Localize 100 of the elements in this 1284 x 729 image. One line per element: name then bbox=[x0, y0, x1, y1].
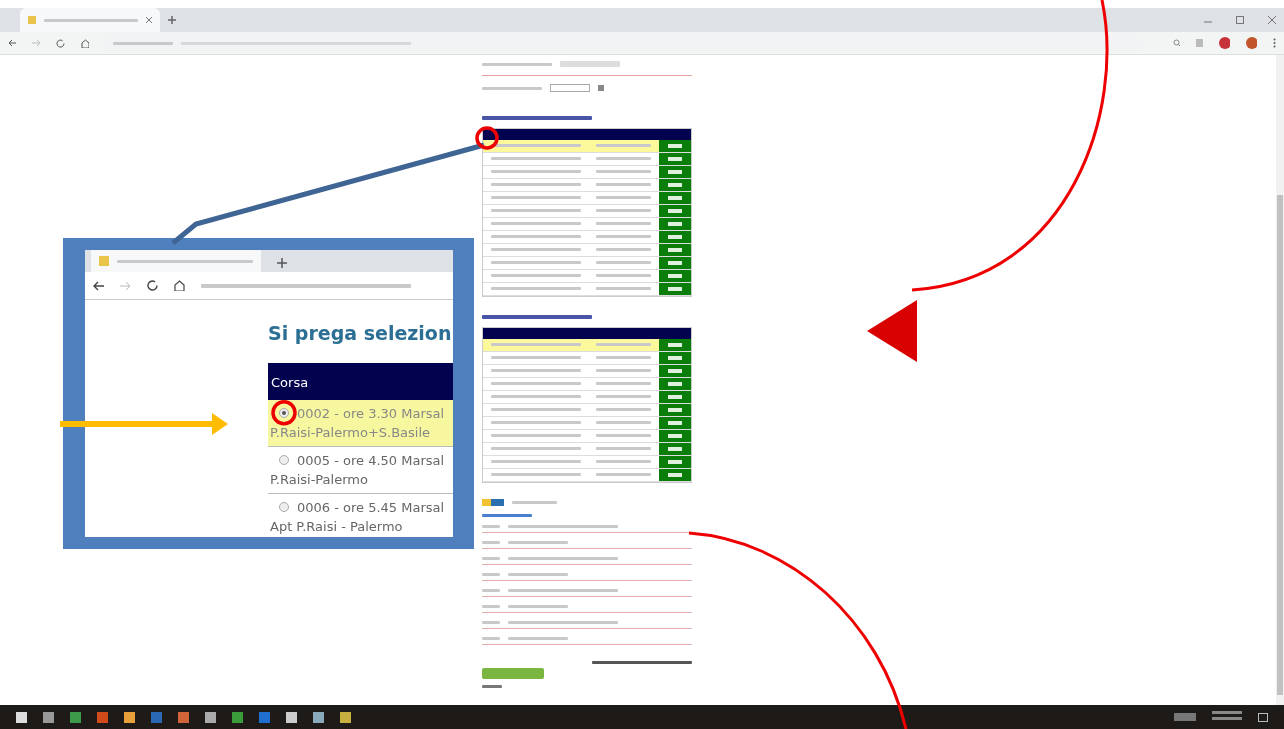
table-row[interactable] bbox=[483, 205, 691, 218]
blurred-text bbox=[596, 343, 651, 346]
blurred-text bbox=[482, 573, 500, 576]
table-row[interactable] bbox=[483, 257, 691, 270]
table-row[interactable] bbox=[483, 244, 691, 257]
notification-icon[interactable] bbox=[1258, 712, 1268, 722]
route-option[interactable]: 0005 - ore 4.50 Marsal P.Raisi-Palermo bbox=[268, 446, 453, 494]
app-icon[interactable] bbox=[340, 711, 351, 723]
home-icon[interactable] bbox=[80, 38, 89, 48]
task-view-icon[interactable] bbox=[43, 711, 54, 723]
table-row[interactable] bbox=[483, 339, 691, 352]
blurred-text bbox=[596, 248, 651, 251]
highlight-circle bbox=[271, 400, 297, 426]
blurred-text bbox=[596, 382, 651, 385]
blurred-text bbox=[596, 222, 651, 225]
blurred-text bbox=[596, 183, 651, 186]
home-icon bbox=[174, 280, 185, 291]
back-arrow-icon bbox=[93, 280, 104, 291]
table-row[interactable] bbox=[483, 192, 691, 205]
blurred-text bbox=[482, 541, 500, 544]
app-icon[interactable] bbox=[313, 711, 324, 723]
table-row[interactable] bbox=[483, 430, 691, 443]
company-logo bbox=[482, 499, 504, 506]
blurred-text bbox=[596, 170, 651, 173]
reload-icon[interactable] bbox=[56, 38, 65, 48]
table-row[interactable] bbox=[483, 283, 691, 296]
blurred-text bbox=[596, 421, 651, 424]
app-icon[interactable] bbox=[124, 711, 135, 723]
table-row[interactable] bbox=[483, 378, 691, 391]
app-icon[interactable] bbox=[205, 711, 216, 723]
table-row[interactable] bbox=[483, 231, 691, 244]
table-row[interactable] bbox=[483, 404, 691, 417]
scrollbar[interactable] bbox=[1276, 55, 1284, 705]
app-icon[interactable] bbox=[286, 711, 297, 723]
table-row[interactable] bbox=[483, 391, 691, 404]
blurred-text bbox=[482, 514, 532, 517]
highlight-circle bbox=[475, 126, 499, 150]
table-row[interactable] bbox=[483, 417, 691, 430]
blurred-text bbox=[482, 685, 502, 688]
blurred-text bbox=[508, 573, 568, 576]
new-tab-icon[interactable] bbox=[168, 16, 176, 24]
triangle-pointer bbox=[867, 300, 917, 362]
blurred-text bbox=[596, 473, 651, 476]
profile-avatar-icon[interactable] bbox=[1246, 37, 1258, 49]
page-heading: Si prega selezion bbox=[268, 322, 453, 345]
table-row[interactable] bbox=[483, 140, 691, 153]
reload-icon bbox=[147, 280, 158, 291]
close-icon[interactable] bbox=[1268, 16, 1276, 24]
blurred-text bbox=[596, 460, 651, 463]
forward-arrow-icon bbox=[120, 280, 131, 291]
table-row[interactable] bbox=[483, 456, 691, 469]
blurred-text bbox=[596, 369, 651, 372]
extension-icon[interactable] bbox=[1219, 37, 1231, 49]
browser-icon[interactable] bbox=[232, 711, 243, 723]
app-icon[interactable] bbox=[178, 711, 189, 723]
app-icon[interactable] bbox=[70, 711, 81, 723]
table-row[interactable] bbox=[483, 270, 691, 283]
table-row[interactable] bbox=[483, 365, 691, 378]
table-header: Corsa bbox=[268, 362, 453, 400]
blurred-text bbox=[596, 157, 651, 160]
route-option[interactable]: 0006 - ore 5.45 Marsal Apt P.Raisi - Palermo bbox=[268, 493, 453, 537]
table-row[interactable] bbox=[483, 469, 691, 482]
blurred-text bbox=[482, 589, 500, 592]
blurred-text bbox=[512, 501, 557, 504]
maximize-icon[interactable] bbox=[1236, 16, 1244, 24]
blurred-text bbox=[596, 447, 651, 450]
table-row[interactable] bbox=[483, 352, 691, 365]
table-row[interactable] bbox=[483, 218, 691, 231]
menu-icon[interactable] bbox=[1273, 38, 1276, 48]
blurred-text bbox=[596, 196, 651, 199]
start-icon[interactable] bbox=[16, 711, 27, 723]
page-favicon-icon bbox=[99, 256, 109, 266]
blurred-text bbox=[482, 637, 500, 640]
blurred-text bbox=[596, 356, 651, 359]
route-option[interactable]: 0002 - ore 3.30 Marsal P.Raisi-Palermo+S.Basile bbox=[268, 399, 453, 447]
table-row[interactable] bbox=[483, 443, 691, 456]
new-tab-icon bbox=[277, 258, 287, 268]
back-arrow-icon[interactable] bbox=[8, 39, 17, 47]
blurred-text bbox=[596, 144, 651, 147]
blurred-text bbox=[482, 557, 500, 560]
table-row[interactable] bbox=[483, 166, 691, 179]
blurred-text bbox=[508, 541, 568, 544]
blurred-text bbox=[482, 525, 500, 528]
blurred-text bbox=[596, 209, 651, 212]
blurred-text bbox=[508, 637, 568, 640]
select-field[interactable] bbox=[560, 61, 620, 67]
close-icon[interactable] bbox=[146, 17, 152, 23]
blurred-text bbox=[596, 261, 651, 264]
blurred-text bbox=[482, 86, 542, 90]
blurred-text bbox=[596, 274, 651, 277]
blurred-text bbox=[508, 605, 568, 608]
blurred-text bbox=[482, 605, 500, 608]
blurred-text bbox=[596, 235, 651, 238]
table-row[interactable] bbox=[483, 153, 691, 166]
table-row[interactable] bbox=[483, 179, 691, 192]
date-field[interactable] bbox=[550, 84, 590, 92]
zoom-icon[interactable] bbox=[1172, 39, 1180, 47]
blurred-text bbox=[596, 395, 651, 398]
blurred-text bbox=[482, 62, 552, 66]
blurred-text bbox=[596, 287, 651, 290]
